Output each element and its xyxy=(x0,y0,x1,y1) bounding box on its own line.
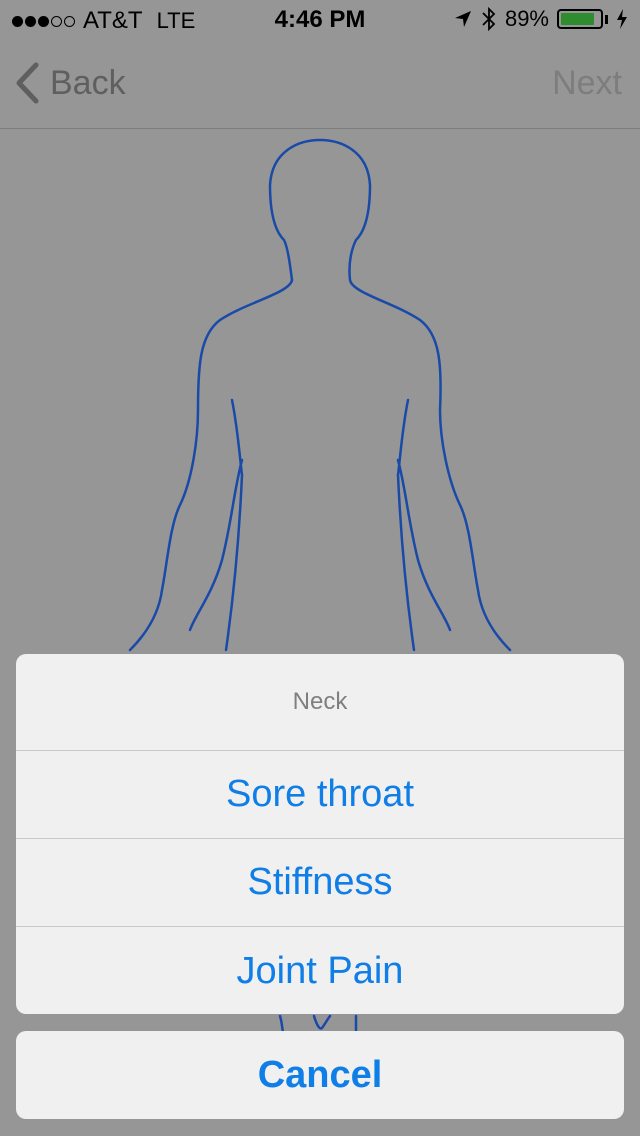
status-bar: AT&T LTE 4:46 PM 89% xyxy=(0,0,640,40)
battery-nub xyxy=(605,14,608,24)
navigation-bar: Back Next xyxy=(0,40,640,129)
cancel-button[interactable]: Cancel xyxy=(16,1031,624,1119)
option-joint-pain[interactable]: Joint Pain xyxy=(16,927,624,1014)
chevron-left-icon xyxy=(16,62,39,104)
battery-percent: 89% xyxy=(504,6,549,31)
next-button[interactable]: Next xyxy=(552,64,622,103)
back-label: Back xyxy=(50,63,126,102)
location-arrow-icon xyxy=(454,11,471,27)
action-sheet-title: Neck xyxy=(16,654,624,751)
charging-bolt-icon xyxy=(617,9,627,29)
back-button[interactable]: Back xyxy=(14,62,126,104)
option-stiffness[interactable]: Stiffness xyxy=(16,839,624,927)
action-sheet: Neck Sore throat Stiffness Joint Pain xyxy=(16,654,624,1014)
battery-icon xyxy=(557,9,603,29)
bluetooth-icon xyxy=(482,6,496,32)
status-right: 89% xyxy=(453,6,628,32)
battery-fill xyxy=(561,13,595,25)
option-sore-throat[interactable]: Sore throat xyxy=(16,751,624,839)
